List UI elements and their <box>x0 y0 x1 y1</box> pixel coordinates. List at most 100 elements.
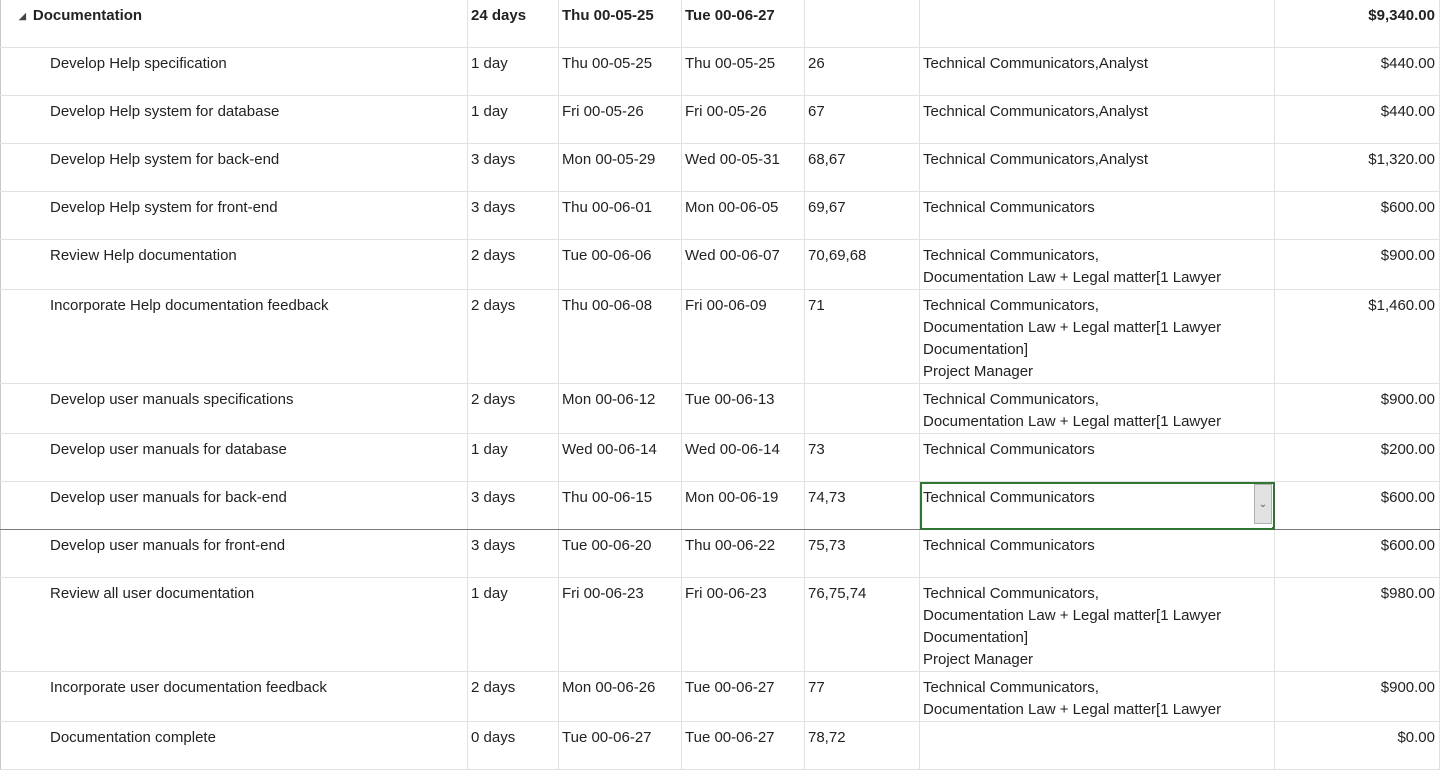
summary-row[interactable]: ◢ Documentation 24 days Thu 00-05-25 Tue … <box>0 0 1440 48</box>
predecessors-cell[interactable]: 67 <box>804 95 920 144</box>
cost-cell[interactable]: $440.00 <box>1274 95 1440 144</box>
duration-cell[interactable]: 2 days <box>467 289 559 384</box>
task-row[interactable]: Develop user manuals for front-end 3 days… <box>0 529 1440 578</box>
duration-cell[interactable]: 3 days <box>467 529 559 578</box>
task-row[interactable]: Incorporate user documentation feedback 2… <box>0 671 1440 722</box>
task-name-cell[interactable]: Develop user manuals specifications <box>0 383 468 434</box>
collapse-triangle-icon[interactable]: ◢ <box>19 5 26 27</box>
cost-cell[interactable]: $9,340.00 <box>1274 0 1440 48</box>
task-name-cell[interactable]: Develop user manuals for front-end <box>0 529 468 578</box>
resources-cell[interactable]: Technical Communicators,Analyst <box>919 47 1275 96</box>
finish-cell[interactable]: Wed 00-06-07 <box>681 239 805 290</box>
resources-cell[interactable] <box>919 0 1275 48</box>
cost-cell[interactable]: $1,460.00 <box>1274 289 1440 384</box>
task-name-cell[interactable]: Develop Help system for database <box>0 95 468 144</box>
start-cell[interactable]: Tue 00-06-06 <box>558 239 682 290</box>
duration-cell[interactable]: 2 days <box>467 239 559 290</box>
cost-cell[interactable]: $0.00 <box>1274 721 1440 770</box>
resources-cell[interactable]: Technical Communicators, Documentation L… <box>919 289 1275 384</box>
start-cell[interactable]: Thu 00-06-01 <box>558 191 682 240</box>
predecessors-cell[interactable] <box>804 383 920 434</box>
task-row[interactable]: Develop Help system for database 1 day Fri… <box>0 95 1440 144</box>
task-row[interactable]: Review Help documentation 2 days Tue 00-06… <box>0 239 1440 290</box>
finish-cell[interactable]: Wed 00-06-14 <box>681 433 805 482</box>
start-cell[interactable]: Fri 00-06-23 <box>558 577 682 672</box>
finish-cell[interactable]: Fri 00-05-26 <box>681 95 805 144</box>
start-cell[interactable]: Mon 00-05-29 <box>558 143 682 192</box>
duration-cell[interactable]: 1 day <box>467 433 559 482</box>
resources-cell[interactable]: Technical Communicators,Analyst <box>919 143 1275 192</box>
task-name-cell[interactable]: Incorporate Help documentation feedback <box>0 289 468 384</box>
task-name-cell[interactable]: Review all user documentation <box>0 577 468 672</box>
task-name-cell[interactable]: Review Help documentation <box>0 239 468 290</box>
task-row[interactable]: Develop user manuals specifications 2 day… <box>0 383 1440 434</box>
fill-handle[interactable] <box>1272 527 1274 529</box>
duration-cell[interactable]: 2 days <box>467 383 559 434</box>
resources-cell[interactable] <box>919 721 1275 770</box>
duration-cell[interactable]: 1 day <box>467 47 559 96</box>
finish-cell[interactable]: Tue 00-06-13 <box>681 383 805 434</box>
resources-cell[interactable]: Technical Communicators,Analyst <box>919 95 1275 144</box>
resources-cell[interactable]: Technical Communicators, Documentation L… <box>919 239 1275 290</box>
predecessors-cell[interactable]: 73 <box>804 433 920 482</box>
resources-cell[interactable]: Technical Communicators, Documentation L… <box>919 383 1275 434</box>
dropdown-chevron-down-icon[interactable]: ⌄ <box>1254 484 1272 524</box>
cost-cell[interactable]: $600.00 <box>1274 529 1440 578</box>
task-name-cell[interactable]: Documentation complete <box>0 721 468 770</box>
duration-cell[interactable]: 2 days <box>467 671 559 722</box>
predecessors-cell[interactable]: 78,72 <box>804 721 920 770</box>
cost-cell[interactable]: $900.00 <box>1274 383 1440 434</box>
task-row[interactable]: Incorporate Help documentation feedback 2… <box>0 289 1440 384</box>
task-name-cell[interactable]: Develop user manuals for database <box>0 433 468 482</box>
task-row[interactable]: Documentation complete 0 days Tue 00-06-27… <box>0 721 1440 770</box>
task-row[interactable]: Develop user manuals for database 1 day We… <box>0 433 1440 482</box>
predecessors-cell[interactable]: 70,69,68 <box>804 239 920 290</box>
start-cell[interactable]: Mon 00-06-12 <box>558 383 682 434</box>
task-row[interactable]: Develop Help system for back-end 3 days Mo… <box>0 143 1440 192</box>
cost-cell[interactable]: $600.00 <box>1274 191 1440 240</box>
resources-cell[interactable]: Technical Communicators, Documentation L… <box>919 671 1275 722</box>
cost-cell[interactable]: $600.00 <box>1274 481 1440 530</box>
predecessors-cell[interactable]: 68,67 <box>804 143 920 192</box>
duration-cell[interactable]: 3 days <box>467 481 559 530</box>
cost-cell[interactable]: $980.00 <box>1274 577 1440 672</box>
predecessors-cell[interactable]: 69,67 <box>804 191 920 240</box>
predecessors-cell[interactable]: 71 <box>804 289 920 384</box>
task-row[interactable]: Review all user documentation 1 day Fri 00… <box>0 577 1440 672</box>
resources-cell[interactable]: Technical Communicators <box>919 529 1275 578</box>
finish-cell[interactable]: Fri 00-06-09 <box>681 289 805 384</box>
finish-cell[interactable]: Thu 00-06-22 <box>681 529 805 578</box>
duration-cell[interactable]: 1 day <box>467 95 559 144</box>
task-row[interactable]: Develop Help specification 1 day Thu 00-05… <box>0 47 1440 96</box>
finish-cell[interactable]: Fri 00-06-23 <box>681 577 805 672</box>
task-row[interactable]: Develop user manuals for back-end 3 days T… <box>0 481 1440 530</box>
task-name-cell[interactable]: Develop Help specification <box>0 47 468 96</box>
predecessors-cell[interactable]: 77 <box>804 671 920 722</box>
resources-cell[interactable]: Technical Communicators ⌄ <box>919 481 1275 530</box>
finish-cell[interactable]: Mon 00-06-05 <box>681 191 805 240</box>
finish-cell[interactable]: Tue 00-06-27 <box>681 671 805 722</box>
start-cell[interactable]: Tue 00-06-27 <box>558 721 682 770</box>
cost-cell[interactable]: $1,320.00 <box>1274 143 1440 192</box>
resources-cell[interactable]: Technical Communicators, Documentation L… <box>919 577 1275 672</box>
finish-cell[interactable]: Wed 00-05-31 <box>681 143 805 192</box>
resources-cell[interactable]: Technical Communicators <box>919 433 1275 482</box>
cost-cell[interactable]: $900.00 <box>1274 239 1440 290</box>
task-row[interactable]: Develop Help system for front-end 3 days T… <box>0 191 1440 240</box>
start-cell[interactable]: Fri 00-05-26 <box>558 95 682 144</box>
duration-cell[interactable]: 3 days <box>467 143 559 192</box>
finish-cell[interactable]: Thu 00-05-25 <box>681 47 805 96</box>
task-name-cell[interactable]: Incorporate user documentation feedback <box>0 671 468 722</box>
predecessors-cell[interactable] <box>804 0 920 48</box>
cost-cell[interactable]: $200.00 <box>1274 433 1440 482</box>
start-cell[interactable]: Thu 00-05-25 <box>558 0 682 48</box>
duration-cell[interactable]: 0 days <box>467 721 559 770</box>
cost-cell[interactable]: $440.00 <box>1274 47 1440 96</box>
resources-cell[interactable]: Technical Communicators <box>919 191 1275 240</box>
finish-cell[interactable]: Mon 00-06-19 <box>681 481 805 530</box>
start-cell[interactable]: Mon 00-06-26 <box>558 671 682 722</box>
start-cell[interactable]: Thu 00-06-08 <box>558 289 682 384</box>
predecessors-cell[interactable]: 75,73 <box>804 529 920 578</box>
duration-cell[interactable]: 1 day <box>467 577 559 672</box>
finish-cell[interactable]: Tue 00-06-27 <box>681 721 805 770</box>
